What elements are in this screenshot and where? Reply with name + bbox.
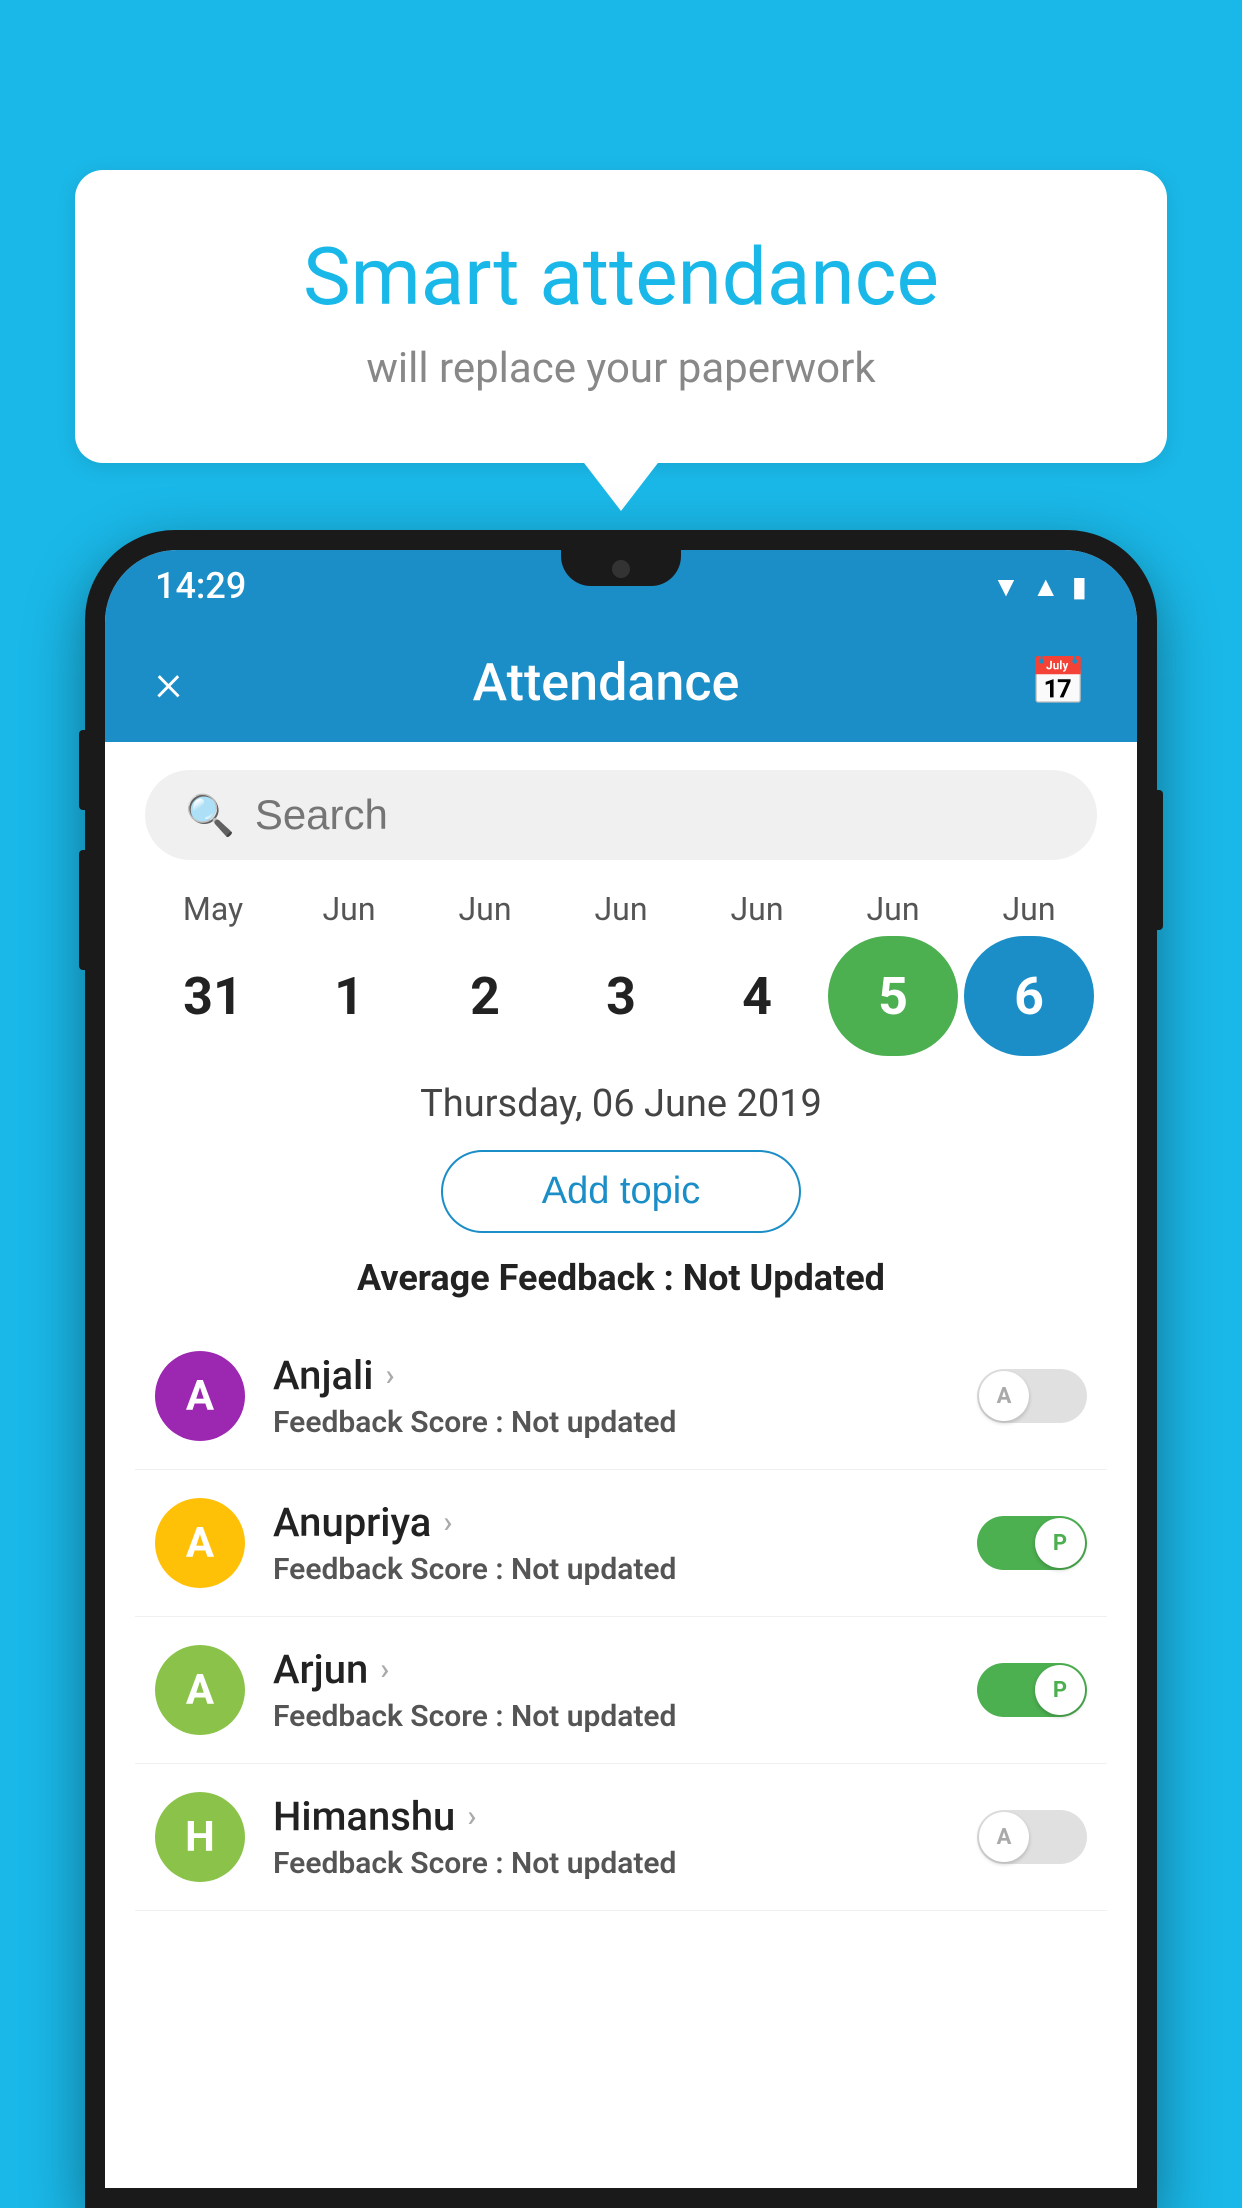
calendar-dates: 31 1 2 3 4 5 6 xyxy=(145,936,1097,1072)
avatar: A xyxy=(155,1351,245,1441)
bubble-subtitle: will replace your paperwork xyxy=(155,344,1087,393)
phone-screen: 14:29 ▼ ▲ ▮ × Attendance 📅 🔍 May Jun Jun… xyxy=(105,550,1137,2188)
avg-feedback-value: Not Updated xyxy=(683,1257,885,1299)
feedback-score: Feedback Score : Not updated xyxy=(273,1405,977,1440)
date-1[interactable]: 1 xyxy=(284,936,414,1056)
phone-notch xyxy=(561,550,681,586)
calendar-icon[interactable]: 📅 xyxy=(1030,655,1087,709)
chevron-right-icon: › xyxy=(380,1652,389,1687)
date-5-today[interactable]: 5 xyxy=(828,936,958,1056)
attendance-toggle[interactable]: A xyxy=(977,1810,1087,1864)
wifi-icon: ▼ xyxy=(992,570,1020,603)
chevron-right-icon: › xyxy=(443,1505,452,1540)
month-3: Jun xyxy=(556,890,686,928)
attendance-toggle[interactable]: P xyxy=(977,1663,1087,1717)
chevron-right-icon: › xyxy=(385,1358,394,1393)
month-0: May xyxy=(148,890,278,928)
month-4: Jun xyxy=(692,890,822,928)
camera xyxy=(612,560,630,578)
add-topic-button[interactable]: Add topic xyxy=(441,1150,801,1233)
date-label: Thursday, 06 June 2019 xyxy=(105,1082,1137,1126)
battery-icon: ▮ xyxy=(1072,570,1087,603)
feedback-score: Feedback Score : Not updated xyxy=(273,1552,977,1587)
calendar-months: May Jun Jun Jun Jun Jun Jun xyxy=(145,890,1097,936)
date-4[interactable]: 4 xyxy=(692,936,822,1056)
student-name[interactable]: Arjun › xyxy=(273,1646,977,1693)
student-name[interactable]: Anjali › xyxy=(273,1352,977,1399)
phone-frame: 14:29 ▼ ▲ ▮ × Attendance 📅 🔍 May Jun Jun… xyxy=(85,530,1157,2208)
header-title: Attendance xyxy=(473,652,740,713)
signal-icon: ▲ xyxy=(1032,570,1060,603)
month-5: Jun xyxy=(828,890,958,928)
bubble-title: Smart attendance xyxy=(155,230,1087,324)
month-6: Jun xyxy=(964,890,1094,928)
avg-feedback-label: Average Feedback : xyxy=(357,1257,674,1299)
date-0[interactable]: 31 xyxy=(148,936,278,1056)
list-item: A Arjun › Feedback Score : Not updated P xyxy=(135,1617,1107,1764)
date-3[interactable]: 3 xyxy=(556,936,686,1056)
toggle-knob: A xyxy=(979,1371,1029,1421)
feedback-score: Feedback Score : Not updated xyxy=(273,1846,977,1881)
avatar: A xyxy=(155,1645,245,1735)
student-info: Anjali › Feedback Score : Not updated xyxy=(245,1352,977,1440)
list-item: A Anupriya › Feedback Score : Not update… xyxy=(135,1470,1107,1617)
search-bar[interactable]: 🔍 xyxy=(145,770,1097,860)
month-2: Jun xyxy=(420,890,550,928)
list-item: H Himanshu › Feedback Score : Not update… xyxy=(135,1764,1107,1911)
toggle-knob: P xyxy=(1035,1518,1085,1568)
close-button[interactable]: × xyxy=(155,652,182,713)
list-item: A Anjali › Feedback Score : Not updated … xyxy=(135,1323,1107,1470)
month-1: Jun xyxy=(284,890,414,928)
student-info: Himanshu › Feedback Score : Not updated xyxy=(245,1793,977,1881)
toggle-knob: P xyxy=(1035,1665,1085,1715)
student-info: Anupriya › Feedback Score : Not updated xyxy=(245,1499,977,1587)
date-2[interactable]: 2 xyxy=(420,936,550,1056)
avatar: A xyxy=(155,1498,245,1588)
date-6-selected[interactable]: 6 xyxy=(964,936,1094,1056)
search-input[interactable] xyxy=(255,791,1057,839)
avatar: H xyxy=(155,1792,245,1882)
student-info: Arjun › Feedback Score : Not updated xyxy=(245,1646,977,1734)
chevron-right-icon: › xyxy=(467,1799,476,1834)
attendance-toggle[interactable]: P xyxy=(977,1516,1087,1570)
feedback-score: Feedback Score : Not updated xyxy=(273,1699,977,1734)
status-icons: ▼ ▲ ▮ xyxy=(992,570,1087,603)
toggle-knob: A xyxy=(979,1812,1029,1862)
student-name[interactable]: Anupriya › xyxy=(273,1499,977,1546)
search-icon: 🔍 xyxy=(185,792,235,839)
status-time: 14:29 xyxy=(155,565,246,607)
app-header: × Attendance 📅 xyxy=(105,622,1137,742)
student-list: A Anjali › Feedback Score : Not updated … xyxy=(105,1323,1137,1911)
avg-feedback: Average Feedback : Not Updated xyxy=(105,1257,1137,1299)
attendance-toggle[interactable]: A xyxy=(977,1369,1087,1423)
speech-bubble: Smart attendance will replace your paper… xyxy=(75,170,1167,463)
calendar-strip: May Jun Jun Jun Jun Jun Jun 31 1 2 3 4 5… xyxy=(105,880,1137,1072)
student-name[interactable]: Himanshu › xyxy=(273,1793,977,1840)
